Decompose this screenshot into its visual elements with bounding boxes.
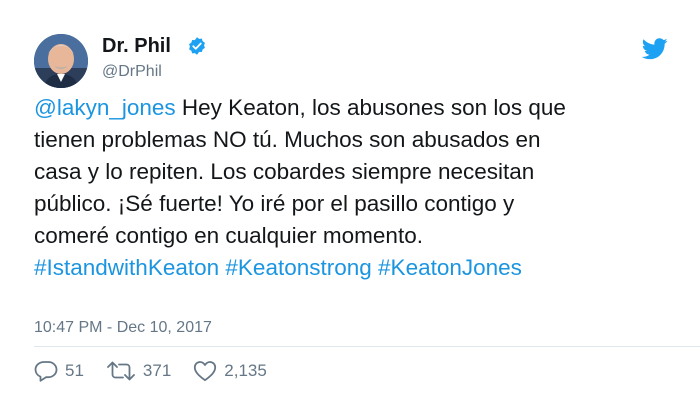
retweet-icon: [107, 361, 135, 381]
hashtag-link[interactable]: #Keatonstrong: [225, 255, 371, 280]
like-count: 2,135: [224, 361, 267, 380]
like-button[interactable]: 2,135: [193, 360, 267, 382]
verified-badge-icon: [189, 37, 205, 55]
mention-link[interactable]: @lakyn_jones: [34, 95, 176, 120]
reply-icon: [34, 361, 58, 382]
retweet-count: 371: [142, 361, 172, 380]
twitter-bird-icon[interactable]: [642, 38, 668, 60]
avatar[interactable]: [34, 34, 88, 88]
retweet-button[interactable]: 371: [106, 360, 171, 382]
tweet-line-text: casa y lo repiten. Los cobardes siempre …: [34, 159, 535, 184]
hashtag-link[interactable]: #KeatonJones: [378, 255, 522, 280]
author-display-name[interactable]: Dr. Phil: [102, 34, 171, 58]
tweet-line-1: @lakyn_jones Hey Keaton, los abusones so…: [34, 92, 674, 124]
divider: [34, 346, 700, 347]
reply-button[interactable]: 51: [34, 360, 84, 382]
like-icon: [194, 361, 217, 382]
tweet-line-text: público. ¡Sé fuerte! Yo iré por el pasil…: [34, 191, 515, 216]
hashtag-line: #IstandwithKeaton #Keatonstrong #KeatonJ…: [34, 252, 674, 284]
hashtag-link[interactable]: #IstandwithKeaton: [34, 255, 219, 280]
tweet-line-text: Hey Keaton, los abusones son los que: [175, 95, 566, 120]
tweet-actions: 51 371 2,135: [34, 357, 289, 385]
reply-count: 51: [65, 361, 84, 380]
tweet-text: @lakyn_jones Hey Keaton, los abusones so…: [34, 92, 674, 284]
author-handle[interactable]: @DrPhil: [102, 62, 162, 82]
tweet-line-text: tienen problemas NO tú. Muchos son abusa…: [34, 127, 541, 152]
tweet-card: Dr. Phil @DrPhil @lakyn_jones Hey Keaton…: [0, 0, 700, 413]
tweet-timestamp[interactable]: 10:47 PM - Dec 10, 2017: [34, 318, 212, 338]
tweet-line-text: comeré contigo en cualquier momento.: [34, 223, 423, 248]
